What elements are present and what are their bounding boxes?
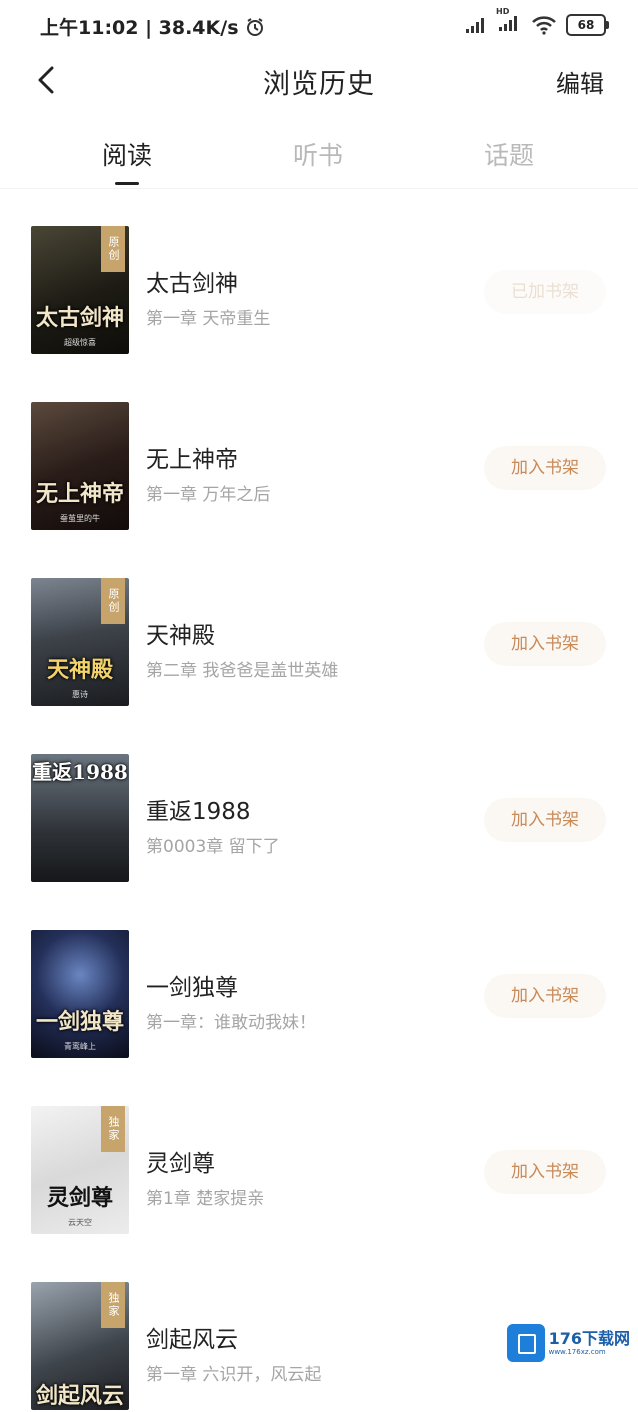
book-cover: 无上神帝 蚕茧里的牛 [31, 402, 129, 530]
add-to-shelf-button[interactable]: 加入书架 [484, 798, 606, 842]
add-to-shelf-button[interactable]: 加入书架 [484, 622, 606, 666]
tab-audiobook[interactable]: 听书 [253, 136, 383, 172]
watermark-url: www.176xz.com [548, 1348, 606, 1356]
cover-ribbon: 原创 [101, 226, 125, 272]
last-chapter: 第一章 万年之后 [146, 485, 271, 505]
book-cover: 独家 灵剑尊 云天空 [31, 1106, 129, 1234]
cover-author: 青鸾峰上 [64, 1042, 96, 1051]
add-to-shelf-button[interactable]: 加入书架 [484, 974, 606, 1018]
book-title: 重返1988 [146, 799, 251, 825]
book-title: 剑起风云 [146, 1327, 238, 1353]
book-cover: 独家 剑起风云 [31, 1282, 129, 1410]
book-title: 天神殿 [146, 623, 215, 649]
cover-title: 无上神帝 [35, 481, 124, 507]
page-title: 浏览历史 [263, 69, 375, 100]
signal-hd-icon: HD [496, 7, 522, 36]
alarm-icon [246, 17, 263, 36]
list-item[interactable]: 独家 灵剑尊 云天空 灵剑尊 第1章 楚家提亲 加入书架 [0, 1106, 638, 1236]
cover-title: 灵剑尊 [46, 1185, 113, 1211]
book-cover: 原创 太古剑神 超级惊喜 [31, 226, 129, 354]
last-chapter: 第一章：谁敢动我妹！ [146, 1013, 316, 1033]
book-title: 太古剑神 [146, 271, 238, 297]
book-title: 灵剑尊 [146, 1151, 215, 1177]
cover-title: 一剑独尊 [35, 1009, 124, 1035]
book-title: 一剑独尊 [146, 975, 238, 1001]
last-chapter: 第0003章 留下了 [146, 837, 280, 857]
list-item[interactable]: 原创 太古剑神 超级惊喜 太古剑神 第一章 天帝重生 已加书架 [0, 226, 638, 356]
active-tab-indicator [115, 182, 139, 185]
book-cover: 原创 天神殿 惠诗 [31, 578, 129, 706]
cover-title: 太古剑神 [35, 305, 124, 331]
last-chapter: 第一章 天帝重生 [146, 309, 271, 329]
list-item[interactable]: 重返1988 重返1988 第0003章 留下了 加入书架 [0, 754, 638, 884]
signal-icon [466, 18, 484, 33]
header: 浏览历史 编辑 [0, 52, 638, 110]
tab-read[interactable]: 阅读 [62, 136, 192, 172]
cover-author: 云天空 [68, 1218, 92, 1227]
site-watermark: 176下载网 www.176xz.com [506, 1324, 630, 1362]
book-cover: 重返1988 [31, 754, 129, 882]
list-item[interactable]: 无上神帝 蚕茧里的牛 无上神帝 第一章 万年之后 加入书架 [0, 402, 638, 532]
hd-label: HD [496, 7, 510, 16]
list-item[interactable]: 一剑独尊 青鸾峰上 一剑独尊 第一章：谁敢动我妹！ 加入书架 [0, 930, 638, 1060]
status-bar: 上午11:02 | 38.4K/s HD 68 [0, 0, 638, 52]
last-chapter: 第1章 楚家提亲 [146, 1189, 265, 1209]
edit-button[interactable]: 编辑 [556, 64, 604, 99]
cover-title: 天神殿 [46, 657, 113, 683]
status-time-speed: 上午11:02 | 38.4K/s [40, 17, 239, 39]
cover-author: 超级惊喜 [64, 338, 96, 347]
cover-author: 惠诗 [72, 690, 88, 699]
last-chapter: 第二章 我爸爸是盖世英雄 [146, 661, 339, 681]
watermark-logo-icon [506, 1324, 545, 1362]
cover-ribbon: 原创 [101, 578, 125, 624]
add-to-shelf-button[interactable]: 加入书架 [484, 446, 606, 490]
book-title: 无上神帝 [146, 447, 238, 473]
list-item[interactable]: 原创 天神殿 惠诗 天神殿 第二章 我爸爸是盖世英雄 加入书架 [0, 578, 638, 708]
added-to-shelf-button[interactable]: 已加书架 [484, 270, 606, 314]
cover-author: 蚕茧里的牛 [60, 514, 100, 523]
wifi-icon [532, 16, 556, 35]
tab-bar: 阅读 听书 话题 [0, 128, 638, 188]
tab-topics[interactable]: 话题 [444, 136, 574, 172]
divider [0, 188, 638, 189]
cover-title: 重返1988 [32, 760, 128, 784]
cover-ribbon: 独家 [101, 1106, 125, 1152]
book-cover: 一剑独尊 青鸾峰上 [31, 930, 129, 1058]
cover-title: 剑起风云 [35, 1383, 124, 1409]
watermark-brand: 176下载网 [548, 1329, 630, 1348]
battery-icon: 68 [566, 14, 609, 36]
cover-ribbon: 独家 [101, 1282, 125, 1328]
add-to-shelf-button[interactable]: 加入书架 [484, 1150, 606, 1194]
battery-level: 68 [577, 18, 595, 32]
last-chapter: 第一章 六识开，风云起 [146, 1365, 322, 1385]
